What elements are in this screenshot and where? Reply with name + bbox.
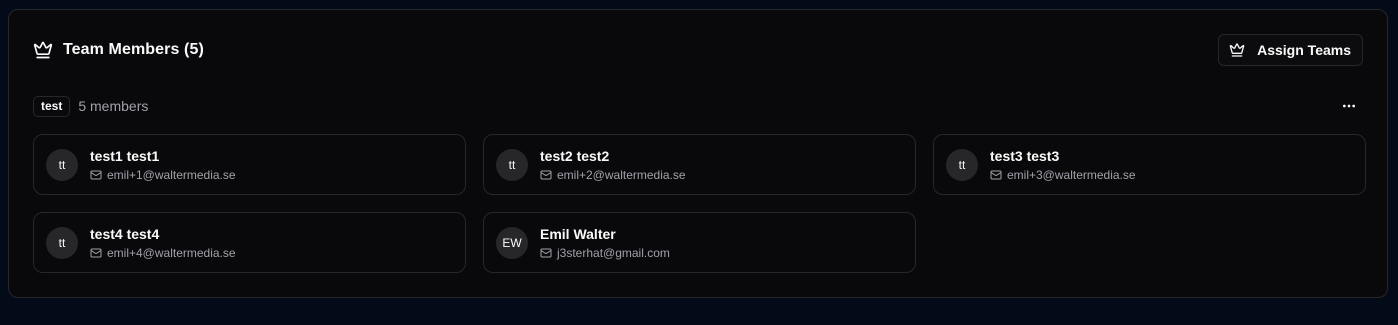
mail-icon [540, 169, 552, 181]
mail-icon [90, 247, 102, 259]
member-email: emil+2@waltermedia.se [557, 167, 686, 182]
member-email-row: emil+4@waltermedia.se [90, 246, 236, 260]
member-card[interactable]: tt test2 test2 emil+2@waltermedia.se [483, 134, 916, 195]
member-info: test1 test1 emil+1@waltermedia.se [90, 148, 236, 182]
member-card[interactable]: EW Emil Walter j3sterhat@gmail.com [483, 212, 916, 273]
member-email: j3sterhat@gmail.com [557, 245, 670, 260]
member-email: emil+3@waltermedia.se [1007, 167, 1136, 182]
mail-icon [540, 247, 552, 259]
member-email: emil+1@waltermedia.se [107, 167, 236, 182]
member-info: test4 test4 emil+4@waltermedia.se [90, 226, 236, 260]
member-email: emil+4@waltermedia.se [107, 245, 236, 260]
member-name: Emil Walter [540, 225, 616, 242]
member-card[interactable]: tt test1 test1 emil+1@waltermedia.se [33, 134, 466, 195]
member-info: test3 test3 emil+3@waltermedia.se [990, 148, 1136, 182]
avatar: tt [46, 148, 78, 181]
mail-icon [990, 169, 1002, 181]
crown-icon [33, 40, 53, 60]
member-info: test2 test2 emil+2@waltermedia.se [540, 148, 686, 182]
avatar: tt [496, 148, 528, 181]
crown-icon [1229, 42, 1245, 58]
member-email-row: emil+3@waltermedia.se [990, 168, 1136, 182]
team-name-badge: test [33, 95, 71, 117]
avatar: tt [946, 148, 978, 181]
assign-teams-button[interactable]: Assign Teams [1218, 34, 1363, 66]
member-name: test1 test1 [90, 147, 160, 164]
member-info: Emil Walter j3sterhat@gmail.com [540, 226, 670, 260]
card-header: Team Members (5) Assign Teams [33, 34, 1363, 66]
team-info: test 5 members [33, 95, 149, 117]
team-group-header: test 5 members [33, 95, 1363, 117]
member-email-row: emil+1@waltermedia.se [90, 168, 236, 182]
member-email-row: emil+2@waltermedia.se [540, 168, 686, 182]
team-more-button[interactable] [1335, 95, 1363, 117]
avatar: EW [496, 226, 528, 259]
members-grid: tt test1 test1 emil+1@waltermedia.se tt … [33, 134, 1366, 273]
assign-teams-label: Assign Teams [1257, 42, 1351, 58]
member-name: test2 test2 [540, 147, 610, 164]
member-count: 5 members [78, 98, 149, 114]
member-card[interactable]: tt test3 test3 emil+3@waltermedia.se [933, 134, 1366, 195]
title-group: Team Members (5) [33, 40, 204, 60]
member-name: test4 test4 [90, 225, 160, 242]
member-name: test3 test3 [990, 147, 1060, 164]
member-email-row: j3sterhat@gmail.com [540, 246, 670, 260]
more-horizontal-icon [1341, 98, 1357, 114]
member-card[interactable]: tt test4 test4 emil+4@waltermedia.se [33, 212, 466, 273]
mail-icon [90, 169, 102, 181]
team-members-card: Team Members (5) Assign Teams test 5 mem… [8, 9, 1388, 298]
page-title: Team Members (5) [63, 41, 204, 58]
avatar: tt [46, 226, 78, 259]
